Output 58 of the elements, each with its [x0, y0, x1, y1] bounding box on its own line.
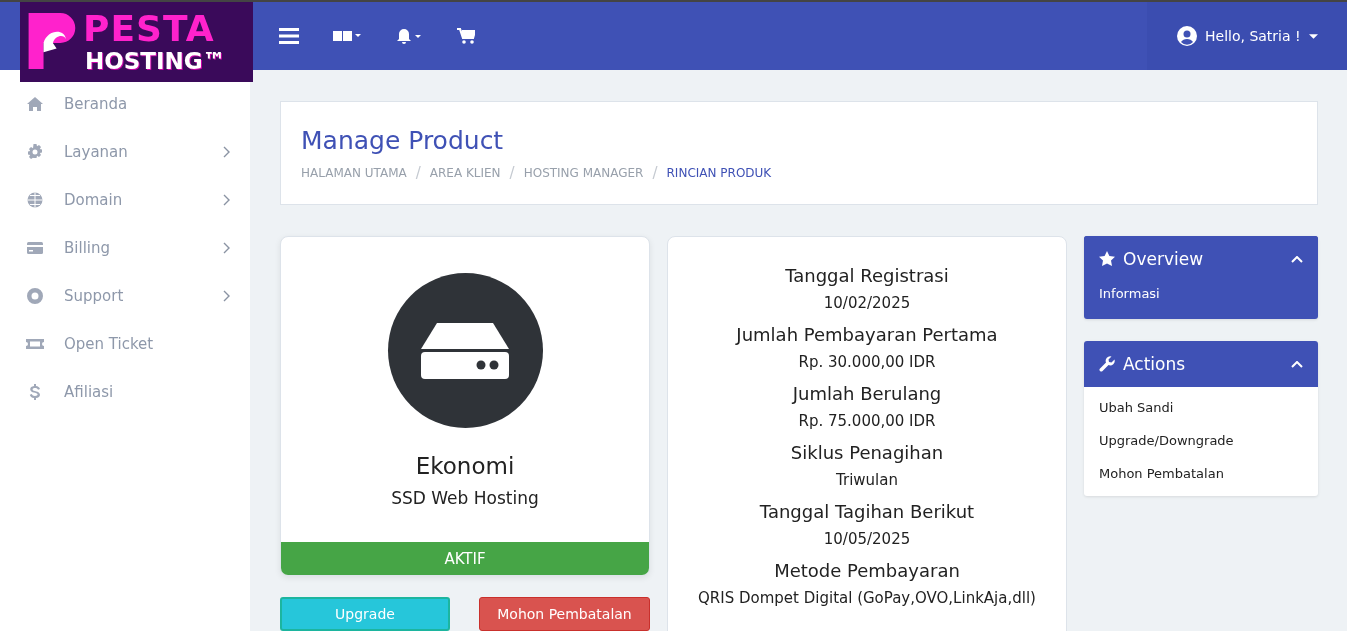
panel-link[interactable]: Informasi	[1084, 286, 1318, 313]
bell-icon[interactable]	[397, 28, 423, 44]
cancel-button[interactable]: Mohon Pembatalan	[479, 597, 650, 631]
panel-link[interactable]: Ubah Sandi	[1084, 391, 1318, 424]
sidebar-item[interactable]: Domain	[0, 176, 250, 224]
panel-header[interactable]: Overview	[1084, 236, 1318, 282]
lifebuoy-icon	[26, 288, 44, 304]
user-menu[interactable]: Hello, Satria !	[1147, 2, 1347, 70]
breadcrumb-separator: /	[509, 164, 515, 182]
logo[interactable]: PESTA HOSTING™	[20, 2, 253, 82]
breadcrumb-separator: /	[415, 164, 421, 182]
breadcrumb-link[interactable]: AREA KLIEN	[429, 166, 501, 180]
detail-value: 10/02/2025	[822, 294, 912, 312]
breadcrumb-link[interactable]: HALAMAN UTAMA	[301, 166, 407, 180]
ticket-icon	[26, 336, 44, 352]
logo-text: PESTA	[83, 11, 216, 47]
detail-value: Triwulan	[835, 471, 899, 489]
detail-label: Jumlah Pembayaran Pertama	[734, 324, 999, 345]
breadcrumb-link[interactable]: HOSTING MANAGER	[523, 166, 644, 180]
wrench-icon	[1099, 356, 1115, 372]
card-icon	[26, 240, 44, 256]
product-name: Ekonomi	[415, 453, 515, 479]
panel-link[interactable]: Mohon Pembatalan	[1084, 457, 1318, 490]
sidebar-item[interactable]: Afiliasi	[0, 368, 250, 416]
page-title: Manage Product	[301, 126, 505, 155]
status-bar: AKTIF	[281, 542, 649, 575]
breadcrumb-link[interactable]: RINCIAN PRODUK	[666, 166, 772, 180]
chevron-up-icon[interactable]	[1291, 255, 1303, 263]
detail-label: Metode Pembayaran	[773, 560, 961, 581]
detail-label: Jumlah Berulang	[790, 383, 943, 404]
detail-value: Rp. 30.000,00 IDR	[797, 353, 937, 371]
menu-icon[interactable]	[279, 28, 299, 44]
detail-value: 10/05/2025	[822, 530, 912, 548]
cart-icon[interactable]	[457, 28, 475, 44]
sidebar-item[interactable]: Billing	[0, 224, 250, 272]
star-icon	[1099, 251, 1115, 267]
product-group: SSD Web Hosting	[391, 488, 539, 508]
language-icon[interactable]	[333, 31, 363, 41]
upgrade-button[interactable]: Upgrade	[280, 597, 450, 631]
gear-icon	[26, 144, 44, 160]
sidebar-item[interactable]: Support	[0, 272, 250, 320]
caret-icon	[1308, 33, 1318, 39]
detail-value: Rp. 75.000,00 IDR	[797, 412, 937, 430]
globe-icon	[26, 192, 44, 208]
panel-header[interactable]: Actions	[1084, 341, 1318, 387]
sidebar-item[interactable]: Layanan	[0, 128, 250, 176]
detail-label: Tanggal Tagihan Berikut	[758, 501, 976, 522]
logo-text: HOSTING™	[85, 50, 226, 73]
sidebar-item[interactable]: Beranda	[0, 80, 250, 128]
detail-label: Siklus Penagihan	[789, 442, 945, 463]
detail-value: QRIS Dompet Digital (GoPay,OVO,LinkAja,dll)	[697, 589, 1037, 607]
user-avatar-icon	[1177, 26, 1197, 46]
home-icon	[26, 96, 44, 112]
detail-label: Tanggal Registrasi	[784, 265, 950, 286]
panel-link[interactable]: Upgrade/Downgrade	[1084, 424, 1318, 457]
chevron-up-icon[interactable]	[1291, 360, 1303, 368]
sidebar-item[interactable]: Open Ticket	[0, 320, 250, 368]
breadcrumb-separator: /	[652, 164, 658, 182]
